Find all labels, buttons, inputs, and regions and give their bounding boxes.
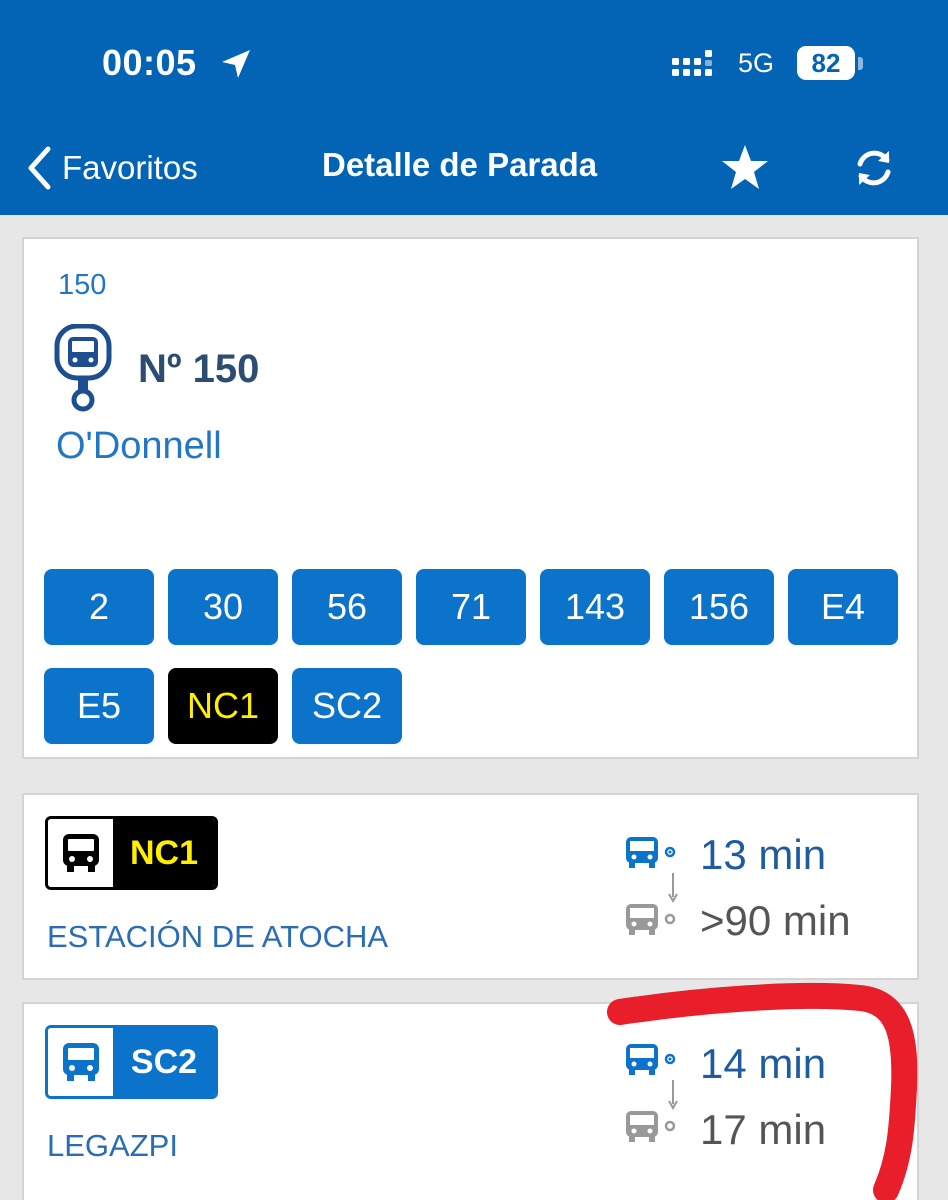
bus-icon	[626, 837, 676, 868]
eta-following: 17 min	[700, 1106, 827, 1153]
signal-icon	[672, 50, 712, 76]
line-chip-e4[interactable]: E4	[788, 569, 898, 645]
connector-arrow-icon	[668, 873, 678, 903]
page-title: Detalle de Parada	[322, 146, 598, 183]
stop-code: 150	[58, 269, 107, 301]
back-chevron-icon	[28, 146, 51, 190]
bus-icon	[48, 1028, 113, 1096]
line-chip-143[interactable]: 143	[540, 569, 650, 645]
bus-icon	[626, 904, 676, 935]
line-chip-nc1[interactable]: NC1	[168, 668, 278, 744]
back-label: Favoritos	[62, 149, 198, 186]
line-chip-2[interactable]: 2	[44, 569, 154, 645]
line-chip-71[interactable]: 71	[416, 569, 526, 645]
arrival-row[interactable]: NC1 ESTACIÓN DE ATOCHA 13 min >90 min	[22, 793, 919, 980]
line-chip-156[interactable]: 156	[664, 569, 774, 645]
line-chip-56[interactable]: 56	[292, 569, 402, 645]
bus-stop-icon	[54, 324, 112, 412]
eta-following: >90 min	[700, 897, 851, 944]
status-time: 00:05	[102, 42, 197, 83]
line-chip-30[interactable]: 30	[168, 569, 278, 645]
battery-level: 82	[797, 46, 855, 80]
line-chip-e5[interactable]: E5	[44, 668, 154, 744]
stop-number: Nº 150	[138, 347, 260, 391]
star-icon[interactable]	[720, 142, 770, 192]
bus-icon	[626, 1044, 676, 1075]
bus-icon	[626, 1111, 676, 1142]
refresh-icon[interactable]	[852, 146, 896, 190]
network-type: 5G	[738, 48, 775, 78]
location-arrow-icon	[222, 50, 250, 78]
line-chip-sc2[interactable]: SC2	[292, 668, 402, 744]
top-bar: 00:05 5G 82 Favoritos Detalle de Parada	[0, 0, 948, 215]
bus-icon	[48, 819, 113, 887]
badge-line-label: NC1	[113, 819, 215, 887]
eta-next: 13 min	[700, 831, 827, 878]
arrival-row[interactable]: SC2 LEGAZPI 14 min 17 min	[22, 1002, 919, 1200]
eta-next: 14 min	[700, 1040, 827, 1087]
back-button[interactable]: Favoritos	[26, 143, 198, 193]
line-badge: NC1	[45, 816, 218, 890]
destination: ESTACIÓN DE ATOCHA	[47, 919, 389, 954]
badge-line-label: SC2	[113, 1028, 215, 1096]
line-badge: SC2	[45, 1025, 218, 1099]
stop-card: 150 Nº 150 O'Donnell 2 30 56 71 143 156 …	[22, 237, 919, 759]
destination: LEGAZPI	[47, 1128, 178, 1163]
battery-nub	[858, 57, 863, 70]
stop-name: O'Donnell	[56, 425, 222, 467]
connector-arrow-icon	[668, 1080, 678, 1110]
